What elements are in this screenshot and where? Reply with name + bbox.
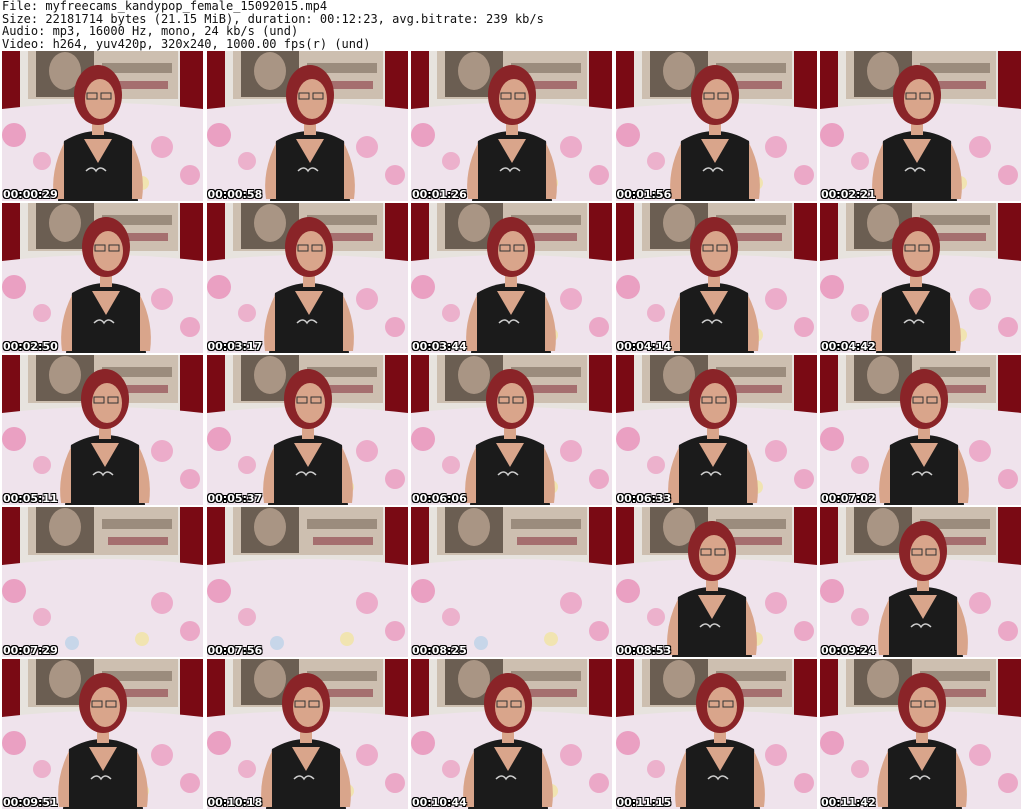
frame-timestamp: 00:00:29: [3, 188, 58, 201]
frame-timestamp: 00:02:21: [821, 188, 876, 201]
video-thumbnail: 00:07:02: [820, 355, 1021, 505]
video-thumbnail: 00:07:56: [206, 507, 408, 657]
file-info-header: File: myfreecams_kandypop_female_1509201…: [2, 0, 1022, 50]
video-thumbnail: 00:03:17: [206, 203, 408, 353]
video-thumbnail: 00:06:06: [411, 355, 612, 505]
frame-timestamp: 00:07:29: [3, 644, 58, 657]
video-thumbnail: 00:00:58: [206, 51, 408, 201]
frame-timestamp: 00:08:53: [616, 644, 672, 657]
video-thumbnail: 00:09:51: [2, 659, 203, 809]
video-thumbnail: 00:05:37: [206, 355, 408, 505]
frame-timestamp: 00:03:17: [207, 340, 263, 353]
video-thumbnail: 00:11:42: [820, 659, 1021, 809]
frame-timestamp: 00:02:50: [3, 340, 58, 353]
video-thumbnail: 00:02:50: [2, 203, 203, 353]
frame-timestamp: 00:10:18: [207, 796, 263, 809]
frame-timestamp: 00:05:37: [207, 492, 263, 505]
frame-timestamp: 00:01:26: [412, 188, 467, 201]
frame-timestamp: 00:07:02: [821, 492, 876, 505]
frame-timestamp: 00:10:44: [412, 796, 467, 809]
audio-info: Audio: mp3, 16000 Hz, mono, 24 kb/s (und…: [2, 24, 299, 38]
frame-timestamp: 00:00:58: [207, 188, 263, 201]
video-thumbnail: 00:10:18: [206, 659, 408, 809]
video-thumbnail: 00:08:53: [615, 507, 817, 657]
video-thumbnail: 00:06:33: [615, 355, 817, 505]
video-thumbnail: 00:04:14: [615, 203, 817, 353]
video-thumbnail: 00:00:29: [2, 51, 203, 201]
frame-timestamp: 00:09:24: [821, 644, 876, 657]
video-thumbnail: 00:07:29: [2, 507, 203, 657]
video-thumbnail: 00:01:56: [615, 51, 817, 201]
frame-timestamp: 00:11:42: [821, 796, 876, 809]
frame-timestamp: 00:04:42: [821, 340, 876, 353]
video-thumbnail: 00:01:26: [411, 51, 612, 201]
file-name: File: myfreecams_kandypop_female_1509201…: [2, 0, 328, 13]
frame-timestamp: 00:09:51: [3, 796, 58, 809]
frame-timestamp: 00:05:11: [3, 492, 58, 505]
frame-timestamp: 00:07:56: [207, 644, 263, 657]
video-thumbnail: 00:08:25: [411, 507, 612, 657]
video-thumbnail: 00:11:15: [615, 659, 817, 809]
frame-timestamp: 00:08:25: [412, 644, 467, 657]
video-thumbnail: 00:02:21: [820, 51, 1021, 201]
frame-timestamp: 00:04:14: [616, 340, 672, 353]
video-thumbnail: 00:09:24: [820, 507, 1021, 657]
video-thumbnail: 00:04:42: [820, 203, 1021, 353]
frame-timestamp: 00:03:44: [412, 340, 467, 353]
video-thumbnail: 00:05:11: [2, 355, 203, 505]
video-thumbnail: 00:03:44: [411, 203, 612, 353]
frame-timestamp: 00:06:33: [616, 492, 672, 505]
frame-timestamp: 00:11:15: [616, 796, 672, 809]
frame-timestamp: 00:06:06: [412, 492, 467, 505]
thumbnail-grid: 00:00:29 00:00:58 00:01:26 00:01:56 00:02:21…: [2, 51, 1022, 809]
video-info: Video: h264, yuv420p, 320x240, 1000.00 f…: [2, 36, 371, 51]
video-thumbnail: 00:10:44: [411, 659, 612, 809]
frame-timestamp: 00:01:56: [616, 188, 672, 201]
